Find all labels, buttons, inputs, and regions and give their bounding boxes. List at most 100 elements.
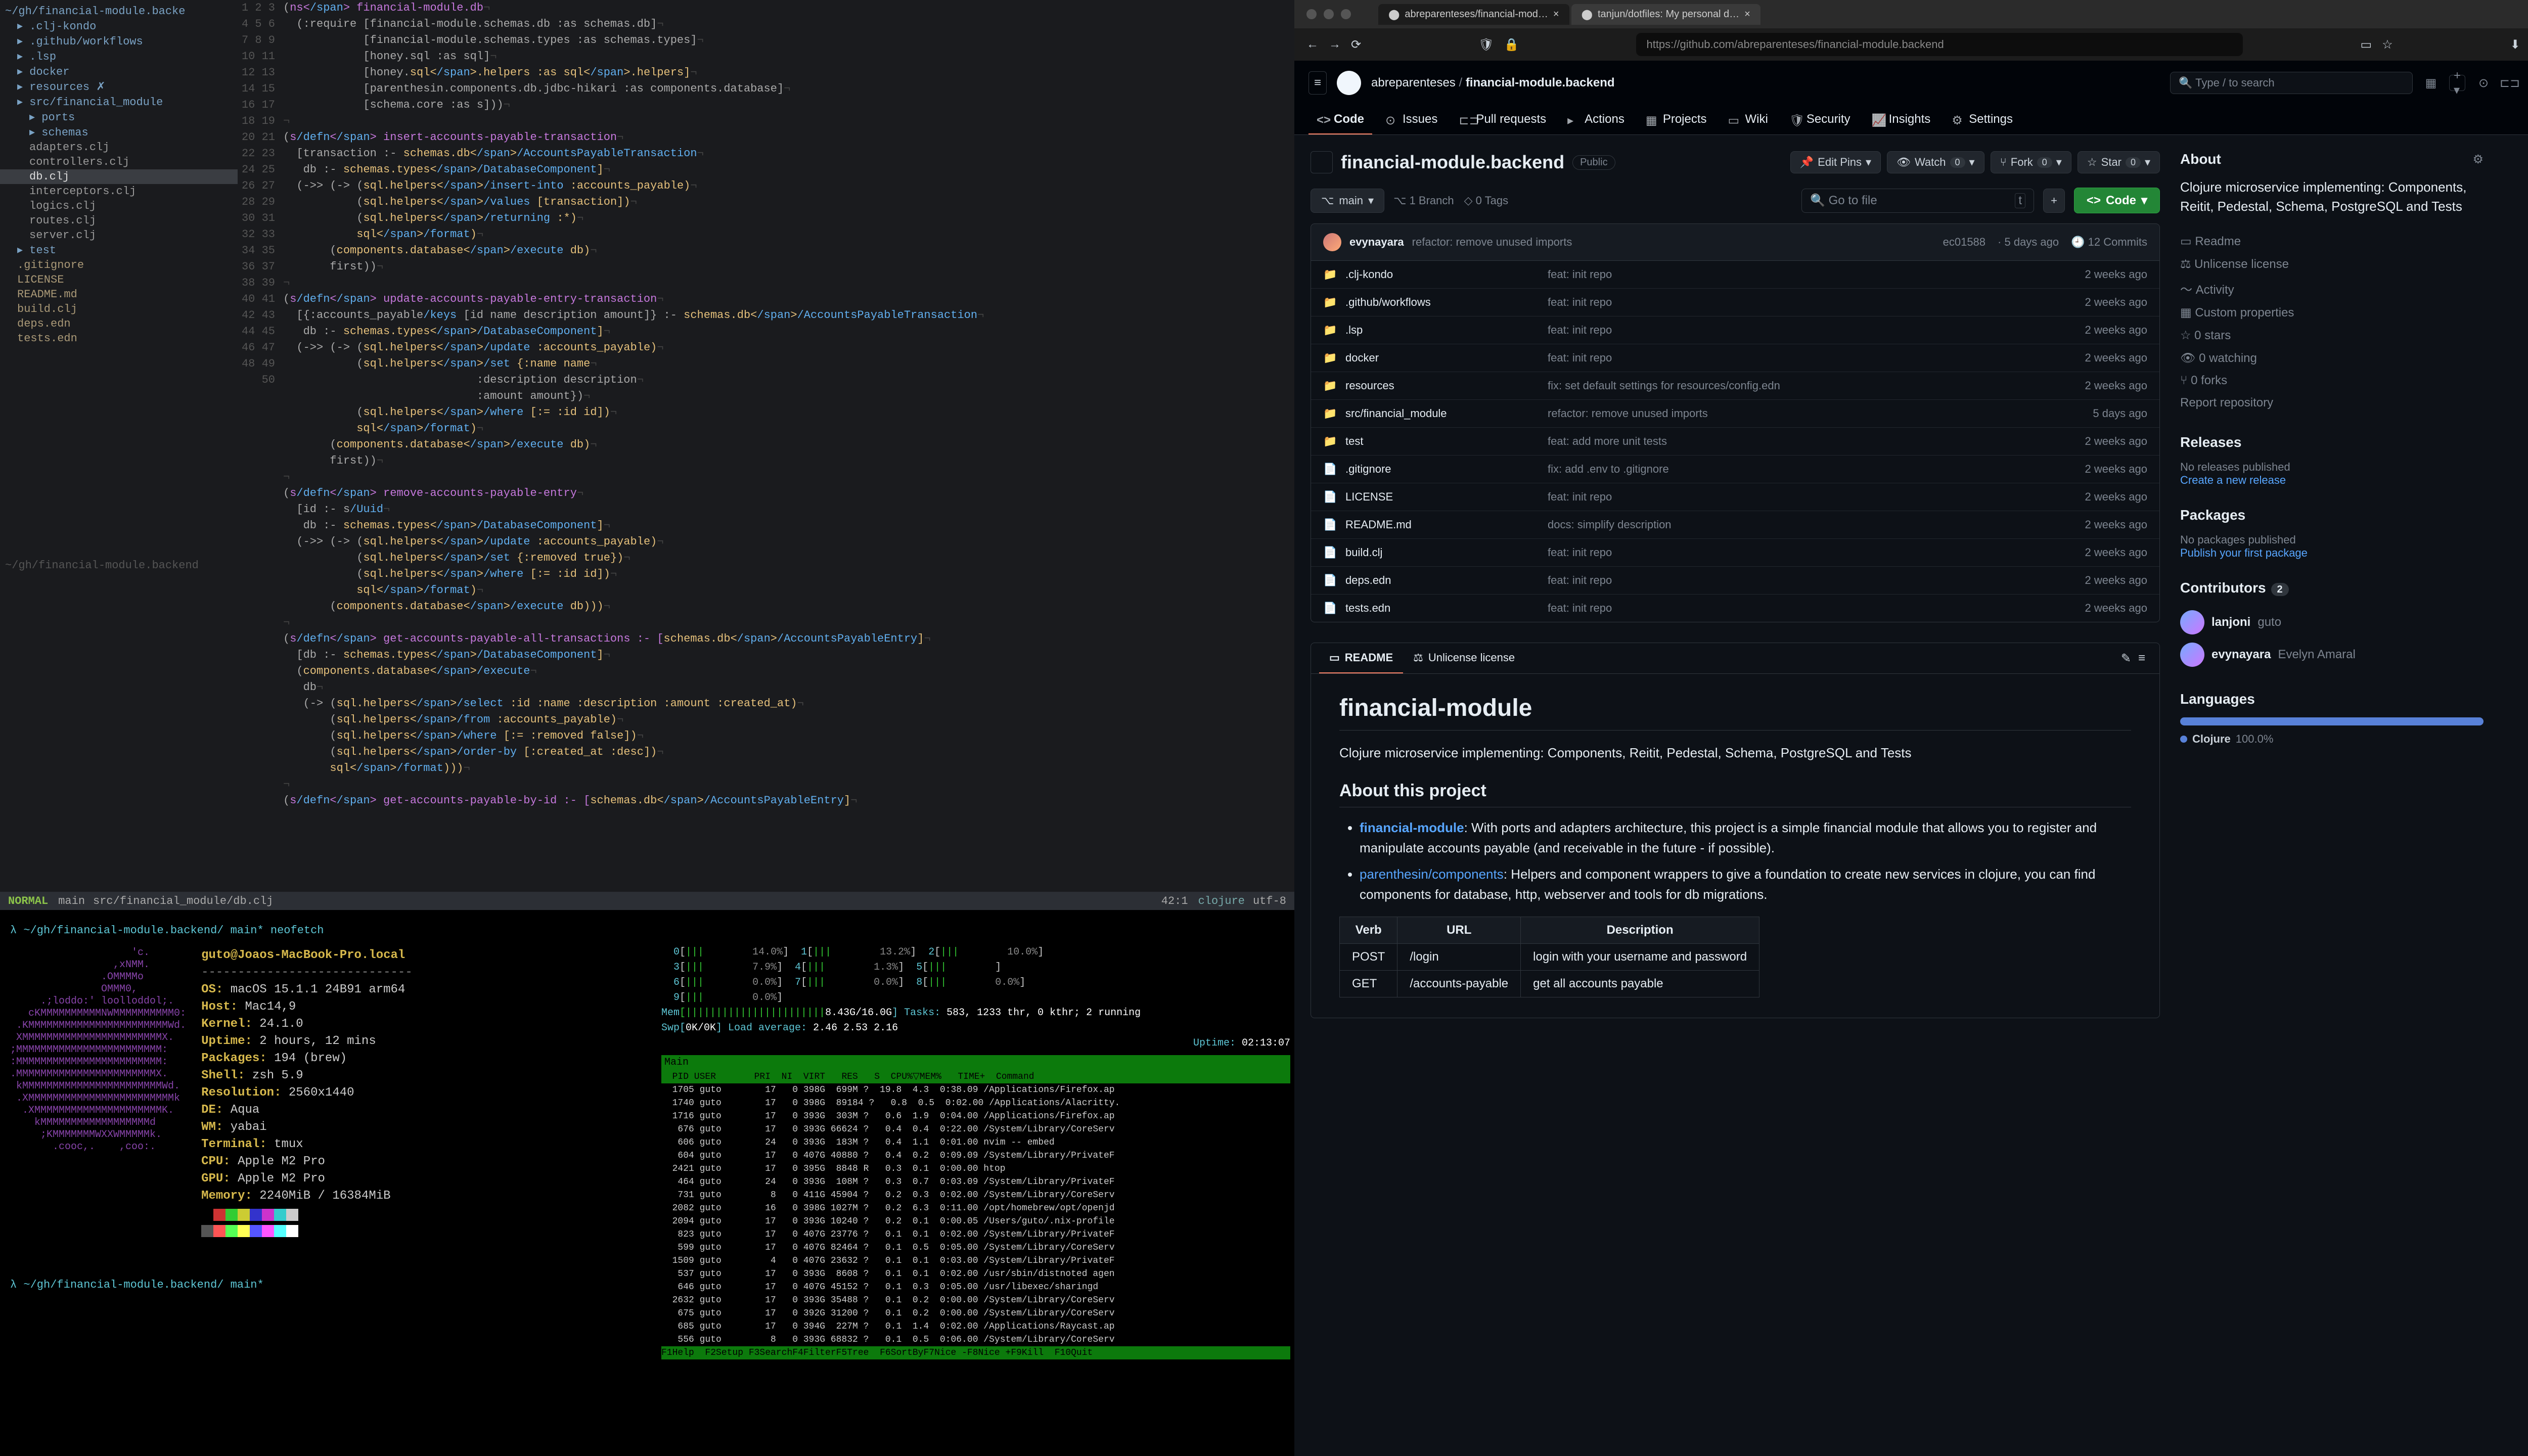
contributor-avatar[interactable] [2180,643,2204,667]
file-row[interactable]: 📁resourcesfix: set default settings for … [1311,372,2159,399]
htop-fn-keys[interactable]: F1Help F2Setup F3SearchF4FilterF5Tree F6… [661,1346,1290,1359]
tree-item[interactable]: ▸ .clj-kondo [0,19,238,34]
tree-item[interactable]: ▸ docker [0,64,238,79]
file-row[interactable]: 📁.github/workflowsfeat: init repo2 weeks… [1311,288,2159,316]
sidebar-link[interactable]: ⚖ Unlicense license [2180,253,2484,276]
terminal-prompt-2[interactable]: λ ~/gh/financial-module.backend/ main* [0,1275,1294,1295]
watch-button[interactable]: 👁 Watch 0 ▾ [1887,151,1984,173]
nav-wiki[interactable]: ▭Wiki [1720,105,1776,134]
browser-tab[interactable]: ⬤tanjun/dotfiles: My personal d… × [1571,4,1760,25]
license-tab[interactable]: ⚖ Unlicense license [1403,643,1525,673]
contributor-item[interactable]: evynayara Evelyn Amaral [2180,639,2484,671]
nav-pull-requests[interactable]: ⊏⊐Pull requests [1451,105,1554,134]
tree-item[interactable]: db.clj [0,169,238,184]
reload-icon[interactable]: ⟳ [1351,37,1361,52]
close-tab-icon[interactable]: × [1553,9,1559,20]
sidebar-link[interactable]: 〜 Activity [2180,276,2484,301]
window-titlebar[interactable]: ⬤abreparenteses/financial-mod… ×⬤tanjun/… [1294,0,2528,28]
nav-code[interactable]: <>Code [1308,105,1372,134]
file-row[interactable]: 📄deps.ednfeat: init repo2 weeks ago [1311,566,2159,594]
add-file-button[interactable]: + [2043,189,2065,213]
htop-columns[interactable]: PID USER PRI NI VIRT RES S CPU%▽MEM% TIM… [661,1070,1290,1083]
tree-item[interactable]: ▸ schemas [0,125,238,140]
tree-item[interactable]: ▸ resources ✗ [0,79,238,95]
tree-item[interactable]: ▸ .lsp [0,49,238,64]
about-gear-icon[interactable]: ⚙ [2472,152,2484,167]
nav-insights[interactable]: 📈Insights [1864,105,1939,134]
branch-selector[interactable]: ⌥ main ▾ [1311,189,1384,213]
contributor-item[interactable]: lanjoni guto [2180,606,2484,639]
readme-link-self[interactable]: financial-module [1360,820,1464,835]
tree-item[interactable]: ▸ .github/workflows [0,34,238,49]
commit-message[interactable]: refactor: remove unused imports [1412,236,1572,249]
tree-item[interactable]: controllers.clj [0,155,238,169]
sidebar-stat[interactable]: ☆ 0 stars [2180,324,2484,347]
code-editor[interactable]: 1 2 3 4 5 6 7 8 9 10 11 12 13 14 15 16 1… [238,0,1294,892]
commit-author[interactable]: evynayara [1349,236,1404,249]
tree-item[interactable]: ▸ test [0,243,238,258]
sidebar-stat[interactable]: ⑂ 0 forks [2180,370,2484,392]
file-finder[interactable]: 🔍 Go to file t [1801,189,2034,213]
sidebar-link[interactable]: ▭ Readme [2180,230,2484,253]
browser-tabs[interactable]: ⬤abreparenteses/financial-mod… ×⬤tanjun/… [1378,4,1760,25]
file-row[interactable]: 📄build.cljfeat: init repo2 weeks ago [1311,538,2159,566]
bookmark-icon[interactable]: ☆ [2382,37,2393,52]
back-icon[interactable]: ← [1306,37,1319,52]
breadcrumb-owner[interactable]: abreparenteses [1371,76,1456,89]
releases-heading[interactable]: Releases [2180,434,2241,450]
htop-process-list[interactable]: 1705 guto 17 0 398G 699M ? 19.8 4.3 0:38… [661,1083,1290,1346]
tree-item[interactable]: logics.clj [0,199,238,213]
url-bar[interactable]: https://github.com/abreparenteses/financ… [1636,33,2243,56]
tree-item[interactable]: .gitignore [0,258,238,272]
file-row[interactable]: 📄tests.ednfeat: init repo2 weeks ago [1311,594,2159,622]
code-content[interactable]: (ns</span> financial-module.db¬ (:requir… [283,0,1294,892]
traffic-lights[interactable] [1306,9,1351,19]
language-bar[interactable] [2180,717,2484,725]
tree-item[interactable]: README.md [0,287,238,302]
issues-icon[interactable]: ⊙ [2475,75,2492,91]
file-row[interactable]: 📁src/financial_modulerefactor: remove un… [1311,399,2159,427]
last-commit-bar[interactable]: evynayara refactor: remove unused import… [1311,223,2160,261]
language-clojure[interactable]: Clojure 100.0% [2180,733,2484,746]
file-row[interactable]: 📄README.mddocs: simplify description2 we… [1311,511,2159,538]
publish-package-link[interactable]: Publish your first package [2180,547,2484,560]
nav-actions[interactable]: ▸Actions [1559,105,1633,134]
packages-heading[interactable]: Packages [2180,507,2245,523]
sidebar-link[interactable]: ▦ Custom properties [2180,301,2484,324]
sidebar-stat[interactable]: 👁 0 watching [2180,347,2484,370]
file-row[interactable]: 📁.lspfeat: init repo2 weeks ago [1311,316,2159,344]
download-icon[interactable]: ⬇ [2510,37,2520,52]
hamburger-icon[interactable]: ≡ [1308,71,1327,95]
tree-item[interactable]: ▸ src/financial_module [0,95,238,110]
tree-item[interactable]: routes.clj [0,213,238,228]
file-row[interactable]: 📄.gitignorefix: add .env to .gitignore2 … [1311,455,2159,483]
forward-icon[interactable]: → [1329,37,1341,52]
file-row[interactable]: 📁testfeat: add more unit tests2 weeks ag… [1311,427,2159,455]
nav-security[interactable]: 🛡Security [1781,105,1859,134]
star-button[interactable]: ☆ Star 0 ▾ [2078,151,2160,173]
tree-item[interactable]: LICENSE [0,272,238,287]
tree-item[interactable]: ▸ ports [0,110,238,125]
edit-pins-button[interactable]: 📌 Edit Pins ▾ [1790,151,1881,173]
shield-icon[interactable]: 🛡 [1478,37,1494,52]
pr-icon[interactable]: ⊏⊐ [2502,75,2518,91]
command-icon[interactable]: ▦ [2423,75,2439,91]
tree-item[interactable]: build.clj [0,302,238,316]
file-row[interactable]: 📄LICENSEfeat: init repo2 weeks ago [1311,483,2159,511]
file-row[interactable]: 📁dockerfeat: init repo2 weeks ago [1311,344,2159,372]
tree-item[interactable]: interceptors.clj [0,184,238,199]
htop-panel[interactable]: 0[||| 14.0%] 1[||| 13.2%] 2[||| 10.0%] 3… [657,941,1294,1264]
htop-tab-main[interactable]: Main [661,1055,1290,1070]
commit-sha[interactable]: ec01588 [1943,236,1985,249]
readme-tab[interactable]: ▭ README [1319,643,1403,673]
terminal-pane[interactable]: λ ~/gh/financial-module.backend/ main* n… [0,910,1294,1456]
browser-tab[interactable]: ⬤abreparenteses/financial-mod… × [1378,4,1569,25]
outline-icon[interactable]: ≡ [2138,651,2145,666]
github-logo-icon[interactable] [1337,71,1361,95]
tags-link[interactable]: ◇ 0 Tags [1464,194,1508,207]
reader-icon[interactable]: ▭ [2360,37,2372,52]
branches-link[interactable]: ⌥ 1 Branch [1393,194,1454,207]
file-tree[interactable]: ~/gh/financial-module.backe ▸ .clj-kondo… [0,0,238,892]
tree-item[interactable]: adapters.clj [0,140,238,155]
close-tab-icon[interactable]: × [1744,9,1750,20]
